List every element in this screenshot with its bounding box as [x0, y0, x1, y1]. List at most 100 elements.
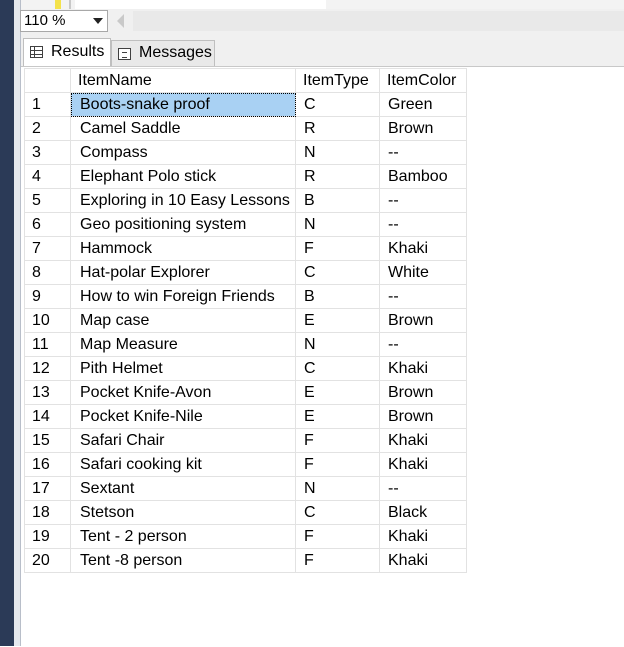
cell-item-color[interactable]: Brown	[379, 404, 467, 429]
cell-item-color[interactable]: Khaki	[379, 236, 467, 261]
table-row[interactable]: 17 Sextant N --	[24, 476, 467, 501]
cell-item-type[interactable]: C	[295, 260, 380, 285]
tab-results[interactable]: Results	[23, 38, 111, 66]
cell-item-name[interactable]: Pocket Knife-Nile	[70, 404, 296, 429]
row-number[interactable]: 8	[24, 260, 71, 285]
cell-item-name[interactable]: Safari Chair	[70, 428, 296, 453]
table-row[interactable]: 4 Elephant Polo stick R Bamboo	[24, 164, 467, 189]
row-number[interactable]: 15	[24, 428, 71, 453]
cell-item-type[interactable]: B	[295, 188, 380, 213]
cell-item-name[interactable]: Camel Saddle	[70, 116, 296, 141]
cell-item-color[interactable]: Bamboo	[379, 164, 467, 189]
cell-item-type[interactable]: N	[295, 476, 380, 501]
table-row[interactable]: 2 Camel Saddle R Brown	[24, 116, 467, 141]
row-number[interactable]: 16	[24, 452, 71, 477]
row-number[interactable]: 17	[24, 476, 71, 501]
cell-item-type[interactable]: N	[295, 332, 380, 357]
table-row[interactable]: 12 Pith Helmet C Khaki	[24, 356, 467, 381]
cell-item-name[interactable]: Map Measure	[70, 332, 296, 357]
cell-item-type[interactable]: E	[295, 308, 380, 333]
table-row[interactable]: 9 How to win Foreign Friends B --	[24, 284, 467, 309]
table-row[interactable]: 13 Pocket Knife-Avon E Brown	[24, 380, 467, 405]
cell-item-type[interactable]: R	[295, 116, 380, 141]
cell-item-type[interactable]: F	[295, 524, 380, 549]
cell-item-color[interactable]: Khaki	[379, 452, 467, 477]
row-number[interactable]: 13	[24, 380, 71, 405]
table-row[interactable]: 8 Hat-polar Explorer C White	[24, 260, 467, 285]
cell-item-color[interactable]: Brown	[379, 380, 467, 405]
table-row[interactable]: 16 Safari cooking kit F Khaki	[24, 452, 467, 477]
row-number[interactable]: 12	[24, 356, 71, 381]
column-header[interactable]: ItemType	[295, 68, 380, 93]
cell-item-type[interactable]: C	[295, 500, 380, 525]
row-number[interactable]: 9	[24, 284, 71, 309]
cell-item-color[interactable]: Brown	[379, 308, 467, 333]
scroll-left-arrow-icon[interactable]	[117, 14, 124, 28]
row-number[interactable]: 4	[24, 164, 71, 189]
chevron-down-icon[interactable]	[93, 18, 103, 24]
cell-item-type[interactable]: B	[295, 284, 380, 309]
cell-item-name[interactable]: Elephant Polo stick	[70, 164, 296, 189]
column-header[interactable]: ItemColor	[379, 68, 467, 93]
row-number[interactable]: 2	[24, 116, 71, 141]
tab-messages[interactable]: Messages	[111, 40, 215, 66]
cell-item-color[interactable]: --	[379, 140, 467, 165]
row-number[interactable]: 5	[24, 188, 71, 213]
cell-item-name[interactable]: Boots-snake proof	[70, 92, 296, 117]
cell-item-color[interactable]: --	[379, 188, 467, 213]
cell-item-color[interactable]: Khaki	[379, 524, 467, 549]
column-header[interactable]: ItemName	[70, 68, 296, 93]
cell-item-name[interactable]: Tent -8 person	[70, 548, 296, 573]
cell-item-type[interactable]: F	[295, 452, 380, 477]
table-row[interactable]: 3 Compass N --	[24, 140, 467, 165]
cell-item-name[interactable]: Stetson	[70, 500, 296, 525]
row-number[interactable]: 1	[24, 92, 71, 117]
cell-item-type[interactable]: N	[295, 212, 380, 237]
cell-item-color[interactable]: Khaki	[379, 428, 467, 453]
table-row[interactable]: 19 Tent - 2 person F Khaki	[24, 524, 467, 549]
zoom-select[interactable]: 110 %	[20, 10, 108, 32]
cell-item-color[interactable]: --	[379, 284, 467, 309]
cell-item-name[interactable]: Geo positioning system	[70, 212, 296, 237]
cell-item-name[interactable]: Exploring in 10 Easy Lessons	[70, 188, 296, 213]
table-row[interactable]: 15 Safari Chair F Khaki	[24, 428, 467, 453]
row-number[interactable]: 18	[24, 500, 71, 525]
cell-item-color[interactable]: --	[379, 212, 467, 237]
horizontal-scrollbar[interactable]	[133, 11, 624, 31]
row-number[interactable]: 3	[24, 140, 71, 165]
cell-item-type[interactable]: E	[295, 404, 380, 429]
cell-item-color[interactable]: --	[379, 476, 467, 501]
cell-item-type[interactable]: R	[295, 164, 380, 189]
row-number[interactable]: 11	[24, 332, 71, 357]
row-number[interactable]: 10	[24, 308, 71, 333]
cell-item-name[interactable]: How to win Foreign Friends	[70, 284, 296, 309]
cell-item-color[interactable]: Green	[379, 92, 467, 117]
editor-area[interactable]	[75, 0, 326, 9]
table-row[interactable]: 20 Tent -8 person F Khaki	[24, 548, 467, 573]
table-row[interactable]: 7 Hammock F Khaki	[24, 236, 467, 261]
cell-item-color[interactable]: --	[379, 332, 467, 357]
cell-item-name[interactable]: Compass	[70, 140, 296, 165]
row-number[interactable]: 19	[24, 524, 71, 549]
cell-item-type[interactable]: E	[295, 380, 380, 405]
cell-item-type[interactable]: F	[295, 548, 380, 573]
table-row[interactable]: 10 Map case E Brown	[24, 308, 467, 333]
table-row[interactable]: 18 Stetson C Black	[24, 500, 467, 525]
row-number[interactable]: 14	[24, 404, 71, 429]
table-row[interactable]: 5 Exploring in 10 Easy Lessons B --	[24, 188, 467, 213]
cell-item-name[interactable]: Map case	[70, 308, 296, 333]
cell-item-type[interactable]: N	[295, 140, 380, 165]
table-row[interactable]: 6 Geo positioning system N --	[24, 212, 467, 237]
cell-item-name[interactable]: Safari cooking kit	[70, 452, 296, 477]
cell-item-color[interactable]: Black	[379, 500, 467, 525]
cell-item-color[interactable]: Khaki	[379, 548, 467, 573]
cell-item-type[interactable]: F	[295, 428, 380, 453]
cell-item-name[interactable]: Sextant	[70, 476, 296, 501]
cell-item-name[interactable]: Tent - 2 person	[70, 524, 296, 549]
row-number[interactable]: 7	[24, 236, 71, 261]
cell-item-color[interactable]: Khaki	[379, 356, 467, 381]
table-row[interactable]: 1 Boots-snake proof C Green	[24, 92, 467, 117]
cell-item-color[interactable]: White	[379, 260, 467, 285]
cell-item-type[interactable]: C	[295, 92, 380, 117]
row-number[interactable]: 6	[24, 212, 71, 237]
